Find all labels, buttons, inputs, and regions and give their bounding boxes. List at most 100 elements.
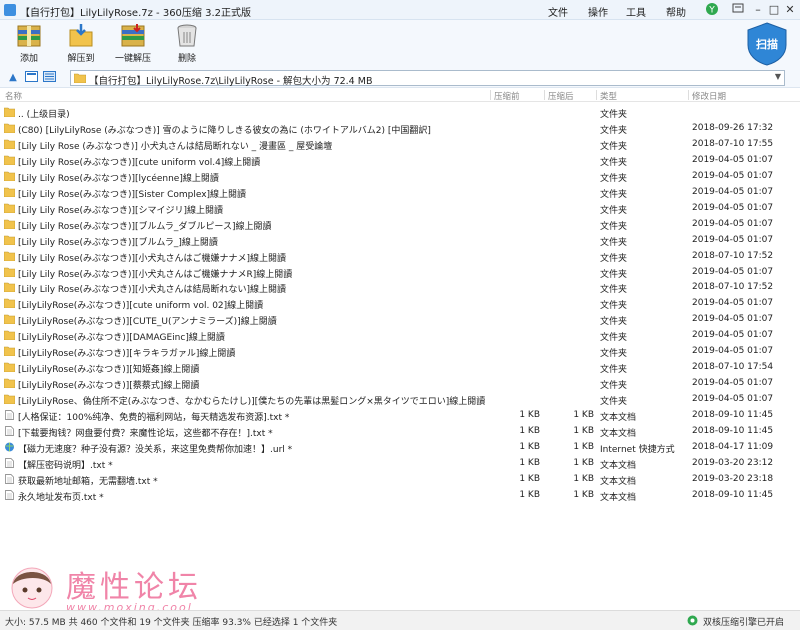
- file-size-after: 1 KB: [573, 473, 594, 484]
- file-date: 2018-07-10 17:54: [692, 362, 774, 373]
- address-field[interactable]: 【自行打包】LilyLilyRose.7z\LilyLilyRose - 解包大…: [70, 70, 785, 87]
- view-details-icon[interactable]: [24, 71, 38, 84]
- file-row[interactable]: [Lily Lily Rose(みぶなつき)][小犬丸さんはご機嫌ナナメR]線上…: [0, 264, 800, 280]
- one-click-extract-button[interactable]: 一键解压: [110, 22, 156, 66]
- file-type: 文件夹: [600, 365, 628, 376]
- archive-extract-icon: [121, 24, 145, 47]
- folder-icon: [3, 171, 16, 182]
- file-type: 文件夹: [600, 173, 628, 184]
- file-row[interactable]: [LilyLilyRose(みぶなつき)][キラキラガァル]線上閱讀 文件夹 201…: [0, 343, 800, 359]
- status-engine[interactable]: 双核压缩引擎已开启: [703, 615, 784, 628]
- file-date: 2018-09-10 11:45: [692, 410, 774, 421]
- file-row[interactable]: [Lily Lily Rose(みぶなつき)][Sister Complex]線…: [0, 184, 800, 200]
- file-row[interactable]: 获取最新地址邮箱，无需翻墙.txt * 1 KB 1 KB 文本文档 2019-03-2…: [0, 471, 800, 487]
- file-type: 文件夹: [600, 253, 628, 264]
- file-name: [LilyLilyRose(みぶなつき)][CUTE_U(アンナミラーズ)]線上…: [18, 317, 277, 328]
- safety-icon[interactable]: Y: [704, 2, 720, 18]
- status-summary: 大小: 57.5 MB 共 460 个文件和 19 个文件夹 压缩率 93.3%…: [5, 618, 338, 628]
- maximize-button[interactable]: □: [766, 2, 782, 18]
- file-row[interactable]: [Lily Lily Rose(みぶなつき)][シマイジリ]線上閱讀 文件夹 201…: [0, 200, 800, 216]
- file-name: [LilyLilyRose(みぶなつき)][キラキラガァル]線上閱讀: [18, 349, 236, 360]
- file-name: [Lily Lily Rose (みぶなつき)] 小犬丸さんは結局断れない _ …: [18, 141, 333, 152]
- file-row[interactable]: [Lily Lily Rose(みぶなつき)][小犬丸さんはご機嫌ナナメ]線上閱…: [0, 248, 800, 264]
- file-row[interactable]: [Lily Lily Rose(みぶなつき)][ブルムラ_ダブルピース]線上閱讀…: [0, 216, 800, 232]
- file-name: (C80) [LilyLilyRose (みぶなつき)] 雪のように降りしきる彼…: [18, 125, 431, 136]
- file-row[interactable]: [Lily Lily Rose (みぶなつき)] 小犬丸さんは結局断れない _ …: [0, 136, 800, 152]
- file-row[interactable]: [人格保证：100%纯净、免费的福利网站，每天精选发布资源].txt * 1 KB…: [0, 407, 800, 423]
- file-row[interactable]: [LilyLilyRose、偽住所不定(みぶなつき、なかむらたけし)][僕たちの…: [0, 391, 800, 407]
- file-type: 文本文档: [600, 429, 637, 439]
- file-name: [LilyLilyRose(みぶなつき)][蔡蔡式]線上閱讀: [18, 381, 200, 392]
- archive-add-icon: [17, 25, 41, 47]
- column-name[interactable]: 名称: [5, 90, 22, 102]
- file-type: 文件夹: [600, 221, 628, 232]
- file-row[interactable]: [LilyLilyRose(みぶなつき)][DAMAGEinc]線上閱讀 文件夹 2…: [0, 327, 800, 343]
- file-row[interactable]: [LilyLilyRose(みぶなつき)][蔡蔡式]線上閱讀 文件夹 2019-04…: [0, 375, 800, 391]
- file-size-before: 1 KB: [519, 473, 540, 484]
- add-button[interactable]: 添加: [6, 22, 52, 66]
- file-size-after: 1 KB: [573, 441, 594, 452]
- file-row[interactable]: [Lily Lily Rose(みぶなつき)][lycéenne]線上閱讀 文件夹…: [0, 168, 800, 184]
- column-divider[interactable]: [596, 90, 597, 100]
- folder-icon: [3, 330, 16, 341]
- file-row[interactable]: .. (上级目录) 文件夹: [0, 104, 800, 120]
- file-name: [LilyLilyRose、偽住所不定(みぶなつき、なかむらたけし)][僕たちの…: [18, 397, 486, 408]
- menu-help[interactable]: 帮助: [666, 4, 686, 19]
- menu-file[interactable]: 文件: [548, 4, 568, 19]
- folder-icon: [3, 123, 16, 134]
- folder-icon: [3, 267, 16, 277]
- menu-tools[interactable]: 工具: [626, 4, 646, 19]
- file-type: 文件夹: [600, 205, 628, 216]
- file-type: 文件夹: [600, 397, 628, 408]
- file-name: [LilyLilyRose(みぶなつき)][知姫姦]線上閱讀: [18, 365, 200, 376]
- file-date: 2019-03-20 23:12: [692, 457, 774, 468]
- column-divider[interactable]: [490, 90, 491, 100]
- chevron-down-icon[interactable]: ▼: [775, 72, 781, 81]
- file-row[interactable]: [Lily Lily Rose(みぶなつき)][小犬丸さんは結局断れない]線上閱…: [0, 279, 800, 295]
- file-row[interactable]: [Lily Lily Rose(みぶなつき)][cute uniform vol…: [0, 152, 800, 168]
- trash-icon: [177, 24, 197, 47]
- watermark: 魔性论坛 www.moxing.cool: [8, 560, 218, 616]
- file-name: 永久地址发布页.txt *: [18, 492, 104, 503]
- file-row[interactable]: [LilyLilyRose(みぶなつき)][CUTE_U(アンナミラーズ)]線上…: [0, 311, 800, 327]
- column-modified[interactable]: 修改日期: [692, 90, 726, 102]
- file-row[interactable]: 【解压密码说明】.txt * 1 KB 1 KB 文本文档 2019-03-20 23:…: [0, 455, 800, 471]
- file-name: [Lily Lily Rose(みぶなつき)][シマイジリ]線上閱讀: [18, 205, 224, 216]
- menu-operation[interactable]: 操作: [588, 4, 608, 19]
- file-row[interactable]: 永久地址发布页.txt * 1 KB 1 KB 文本文档 2018-09-10 11:4…: [0, 487, 800, 503]
- column-divider[interactable]: [544, 90, 545, 100]
- delete-button[interactable]: 删除: [164, 22, 210, 66]
- file-size-after: 1 KB: [573, 457, 594, 468]
- file-row[interactable]: 【磁力无速度？种子没有源？没关系，来这里免费帮你加速！】.url * 1 KB 1 …: [0, 439, 800, 455]
- file-name: [Lily Lily Rose(みぶなつき)][ブルムラ_]線上閱讀: [18, 237, 218, 248]
- up-arrow-icon[interactable]: ▲: [6, 71, 20, 84]
- column-type[interactable]: 类型: [600, 90, 617, 102]
- file-name: [Lily Lily Rose(みぶなつき)][cute uniform vol…: [18, 157, 261, 168]
- file-row[interactable]: [下载要掏钱？网盘要付费？来魔性论坛，这些都不存在！].txt * 1 KB 1 K…: [0, 423, 800, 439]
- app-icon: [4, 4, 16, 16]
- file-row[interactable]: (C80) [LilyLilyRose (みぶなつき)] 雪のように降りしきる彼…: [0, 120, 800, 136]
- file-row[interactable]: [LilyLilyRose(みぶなつき)][cute uniform vol. …: [0, 295, 800, 311]
- file-row[interactable]: [Lily Lily Rose(みぶなつき)][ブルムラ_]線上閱讀 文件夹 201…: [0, 232, 800, 248]
- skin-icon[interactable]: [730, 2, 746, 18]
- text-file-icon: [4, 473, 15, 484]
- status-bar: 大小: 57.5 MB 共 460 个文件和 19 个文件夹 压缩率 93.3%…: [0, 610, 800, 630]
- file-type: Internet 快捷方式: [600, 444, 675, 455]
- extract-to-button[interactable]: 解压到: [58, 22, 104, 66]
- scan-button[interactable]: 扫描: [744, 21, 790, 67]
- file-name: [LilyLilyRose(みぶなつき)][DAMAGEinc]線上閱讀: [18, 333, 225, 344]
- file-date: 2019-04-05 01:07: [692, 170, 774, 181]
- file-date: 2019-04-05 01:07: [692, 346, 774, 357]
- column-divider[interactable]: [688, 90, 689, 100]
- file-date: 2019-04-05 01:07: [692, 378, 774, 389]
- view-list-icon[interactable]: [42, 71, 56, 84]
- file-row[interactable]: [LilyLilyRose(みぶなつき)][知姫姦]線上閱讀 文件夹 2018-07…: [0, 359, 800, 375]
- window-title: 【自行打包】LilyLilyRose.7z - 360压缩 3.2正式版: [20, 8, 251, 19]
- folder-icon: [74, 73, 86, 83]
- column-compressed-before[interactable]: 压缩前: [494, 90, 520, 102]
- column-compressed-after[interactable]: 压缩后: [548, 90, 574, 102]
- close-button[interactable]: ✕: [782, 2, 798, 18]
- file-type: 文本文档: [600, 460, 637, 471]
- file-date: 2018-07-10 17:55: [692, 138, 774, 149]
- minimize-button[interactable]: –: [750, 2, 766, 18]
